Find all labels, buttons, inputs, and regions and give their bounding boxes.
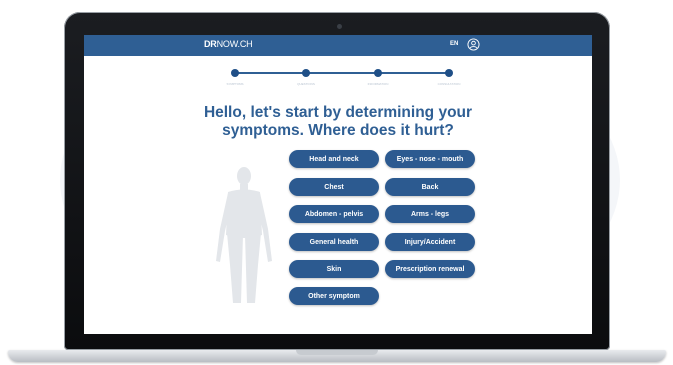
symptom-option-general-health[interactable]: General health: [289, 233, 379, 251]
user-circle-icon[interactable]: [467, 38, 480, 51]
symptom-option-skin[interactable]: Skin: [289, 260, 379, 278]
symptom-option-eyes-nose-mouth[interactable]: Eyes - nose - mouth: [385, 150, 475, 168]
brand-logo[interactable]: DRNOW.CH: [204, 39, 253, 49]
laptop-opening-notch: [296, 350, 378, 355]
progress-label-3: INFORMATION: [367, 82, 389, 86]
symptom-option-prescription-renewal[interactable]: Prescription renewal: [385, 260, 475, 278]
progress-step-2: [302, 69, 310, 77]
symptom-option-back[interactable]: Back: [385, 178, 475, 196]
symptom-option-other[interactable]: Other symptom: [289, 287, 379, 305]
body-silhouette-icon: [216, 167, 272, 303]
progress-label-2: QUESTIONS: [297, 82, 315, 86]
top-navigation-bar: DRNOW.CH EN: [84, 35, 592, 56]
symptom-option-injury-accident[interactable]: Injury/Accident: [385, 233, 475, 251]
page-title: Hello, let's start by determining your s…: [84, 104, 592, 140]
symptom-option-arms-legs[interactable]: Arms - legs: [385, 205, 475, 223]
page-title-line-1: Hello, let's start by determining your: [203, 104, 473, 121]
progress-track: [235, 72, 449, 74]
brand-logo-suffix: .CH: [237, 39, 253, 49]
page-title-line-2: symptoms. Where does it hurt?: [222, 122, 454, 139]
app-screen: DRNOW.CH EN SYMPTOMS QUESTIONS INFORMATI…: [84, 35, 592, 334]
progress-step-1: [231, 69, 239, 77]
symptom-option-abdomen-pelvis[interactable]: Abdomen - pelvis: [289, 205, 379, 223]
brand-logo-light: NOW: [216, 39, 238, 49]
symptom-option-head-and-neck[interactable]: Head and neck: [289, 150, 379, 168]
progress-step-3: [374, 69, 382, 77]
progress-label-4: CONSULTATION: [437, 82, 461, 86]
language-selector[interactable]: EN: [450, 41, 458, 47]
progress-step-4: [445, 69, 453, 77]
progress-label-1: SYMPTOMS: [226, 82, 244, 86]
symptom-option-chest[interactable]: Chest: [289, 178, 379, 196]
brand-logo-bold: DR: [204, 39, 217, 49]
camera-icon: [337, 24, 342, 29]
